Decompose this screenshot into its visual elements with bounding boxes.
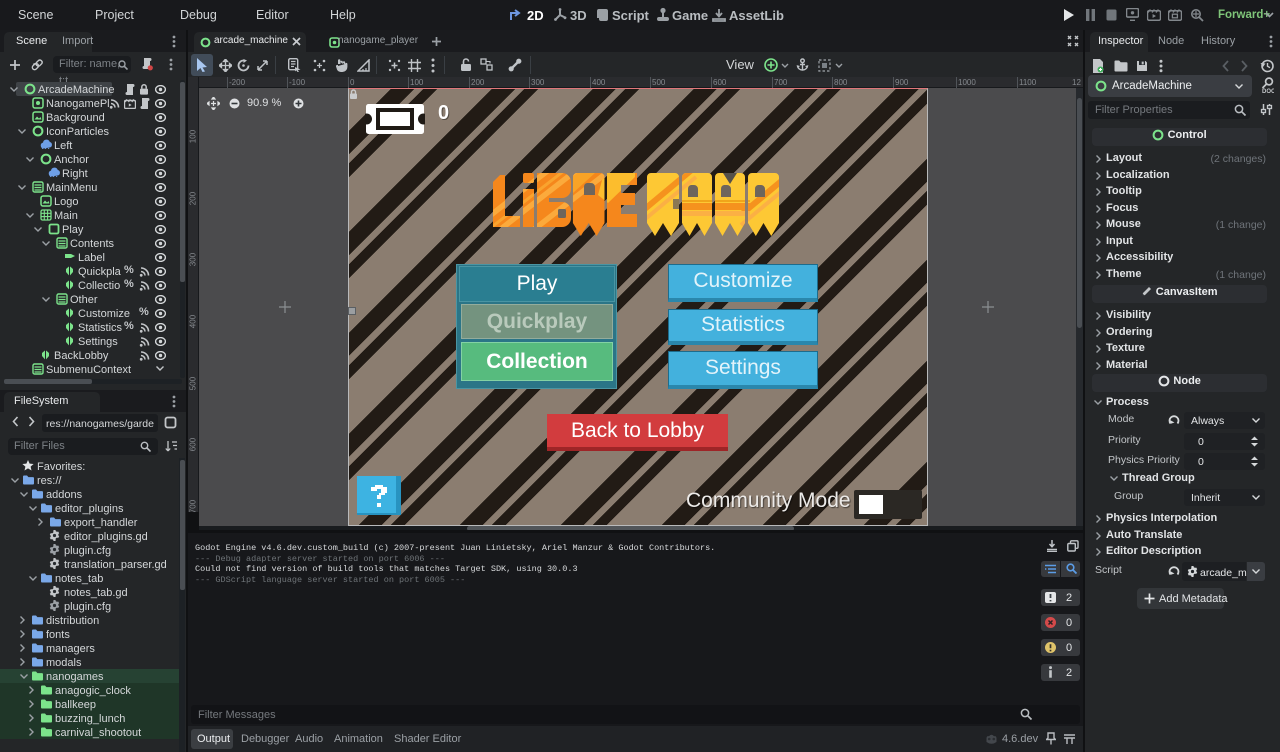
svg-text:DOC: DOC [1262,89,1274,94]
